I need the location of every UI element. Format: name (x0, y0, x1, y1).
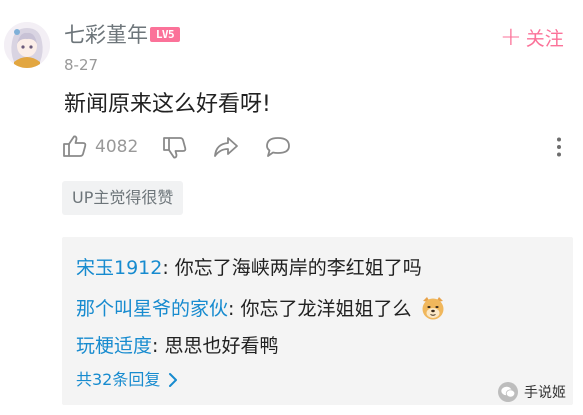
chevron-right-icon (169, 373, 178, 387)
reply-item[interactable]: 那个叫星爷的家伙: 你忘了龙洋姐姐了么 (76, 295, 446, 322)
watermark-text: 手说姬 (524, 385, 566, 401)
wechat-icon (498, 382, 518, 402)
reply-button[interactable] (264, 135, 292, 163)
replies-box[interactable]: 宋玉1912: 你忘了海峡两岸的李红姐了吗 那个叫星爷的家伙: 你忘了龙洋姐姐了… (62, 237, 573, 405)
level-badge: LV5 (150, 27, 180, 42)
comment-icon (266, 137, 290, 157)
watermark: 手说姬 (498, 381, 566, 403)
reply-text: : 思思也好看鸭 (152, 335, 279, 357)
dislike-button[interactable] (162, 136, 188, 164)
thumb-up-icon (63, 135, 87, 157)
share-icon (214, 137, 238, 157)
reply-text: : 你忘了龙洋姐姐了么 (228, 298, 412, 320)
plus-icon: + (500, 22, 522, 52)
reply-text: : 你忘了海峡两岸的李红姐了吗 (162, 257, 422, 279)
up-liked-tag: UP主觉得很赞 (62, 181, 184, 215)
reply-author[interactable]: 玩梗适度 (76, 335, 152, 357)
follow-button[interactable]: + 关注 (500, 24, 564, 50)
share-button[interactable] (213, 136, 239, 162)
reply-item[interactable]: 宋玉1912: 你忘了海峡两岸的李红姐了吗 (76, 255, 422, 281)
avatar[interactable] (4, 22, 50, 68)
like-button[interactable] (62, 134, 88, 162)
follow-label: 关注 (525, 27, 564, 50)
more-replies-label: 共32条回复 (76, 370, 161, 389)
doge-emoji-icon (422, 297, 444, 320)
reply-author[interactable]: 那个叫星爷的家伙 (76, 298, 228, 320)
comment-content: 新闻原来这么好看呀! (64, 92, 271, 117)
view-more-replies-link[interactable]: 共32条回复 (76, 368, 180, 392)
reply-item[interactable]: 玩梗适度: 思思也好看鸭 (76, 333, 278, 359)
username[interactable]: 七彩堇年 (64, 22, 148, 48)
more-button[interactable] (552, 136, 566, 162)
more-vertical-icon (557, 137, 561, 157)
comment-date: 8-27 (64, 56, 99, 74)
thumb-down-icon (163, 137, 187, 159)
reply-author[interactable]: 宋玉1912 (76, 257, 162, 279)
like-count: 4082 (95, 137, 139, 157)
